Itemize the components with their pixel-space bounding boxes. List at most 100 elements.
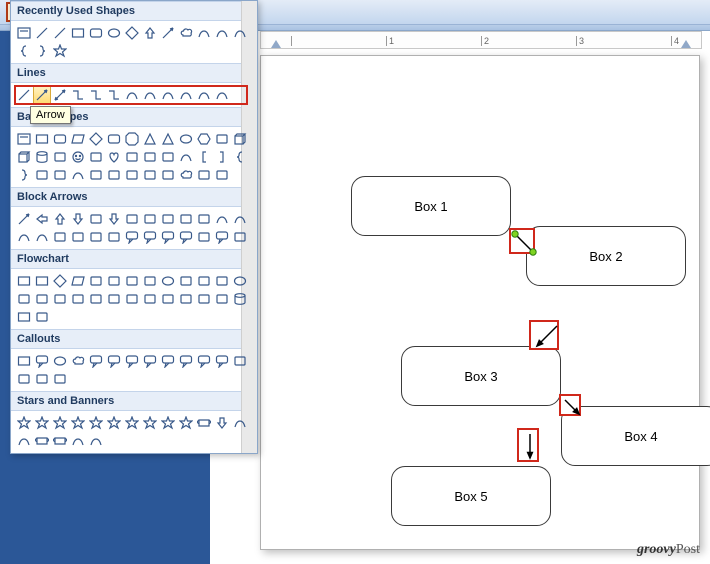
shape-callout-d[interactable] (177, 228, 195, 246)
shape-uturn[interactable] (159, 210, 177, 228)
canvas-box1[interactable]: Box 1 (351, 176, 511, 236)
shape-round-rect[interactable] (51, 130, 69, 148)
shape-chord2[interactable] (213, 166, 231, 184)
shape-star16[interactable] (141, 414, 159, 432)
shape-notched[interactable] (69, 228, 87, 246)
shape-oval-call[interactable] (51, 352, 69, 370)
shape-callout-u[interactable] (159, 228, 177, 246)
shape-extract[interactable] (141, 290, 159, 308)
shape-sun[interactable] (141, 148, 159, 166)
shape-manual-op[interactable] (213, 272, 231, 290)
shape-chevron[interactable] (105, 228, 123, 246)
shape-star32[interactable] (177, 414, 195, 432)
shape-callout-r[interactable] (123, 228, 141, 246)
shape-border-call2[interactable] (177, 352, 195, 370)
shape-stored[interactable] (177, 290, 195, 308)
shape-double-arrow[interactable] (51, 86, 69, 104)
shape-star24[interactable] (159, 414, 177, 432)
indent-marker-left-icon[interactable] (271, 40, 281, 48)
shape-display[interactable] (33, 308, 51, 326)
shape-alt-process[interactable] (33, 272, 51, 290)
shape-brace-r[interactable] (15, 166, 33, 184)
shape-brace-l[interactable] (15, 42, 33, 60)
shape-chord[interactable] (141, 166, 159, 184)
shape-line-diag[interactable] (51, 24, 69, 42)
canvas-box3[interactable]: Box 3 (401, 346, 561, 406)
shape-round-call[interactable] (33, 352, 51, 370)
canvas-box4[interactable]: Box 4 (561, 406, 710, 466)
shape-rect-call[interactable] (15, 352, 33, 370)
shape-manual-in[interactable] (195, 272, 213, 290)
shape-star5[interactable] (69, 414, 87, 432)
shape-updown[interactable] (105, 210, 123, 228)
shape-block-arc[interactable] (69, 166, 87, 184)
shape-round-rect2[interactable] (105, 130, 123, 148)
shape-explosion1[interactable] (15, 414, 33, 432)
shape-collate[interactable] (105, 290, 123, 308)
shape-star7[interactable] (105, 414, 123, 432)
shape-can[interactable] (33, 148, 51, 166)
shape-oval[interactable] (177, 130, 195, 148)
shape-lightning[interactable] (123, 148, 141, 166)
shape-merge[interactable] (159, 290, 177, 308)
shape-line-call1[interactable] (87, 352, 105, 370)
shape-striped[interactable] (51, 228, 69, 246)
shape-or[interactable] (87, 290, 105, 308)
shape-terminator[interactable] (159, 272, 177, 290)
shape-parallelogram[interactable] (69, 130, 87, 148)
shape-cloud-call[interactable] (69, 352, 87, 370)
shape-curve-right[interactable] (213, 210, 231, 228)
shape-octagon[interactable] (123, 130, 141, 148)
shape-callout-l[interactable] (141, 228, 159, 246)
shape-double-wave[interactable] (87, 432, 105, 450)
shape-arc2[interactable] (213, 24, 231, 42)
shape-diag-stripe[interactable] (123, 166, 141, 184)
shape-quad-callout[interactable] (213, 228, 231, 246)
shape-bent[interactable] (141, 210, 159, 228)
shape-bracket-r[interactable] (213, 148, 231, 166)
shape-ribbon-up[interactable] (195, 414, 213, 432)
shape-card[interactable] (33, 290, 51, 308)
shape-process[interactable] (15, 272, 33, 290)
shape-accent3[interactable] (33, 370, 51, 388)
shape-cloud[interactable] (177, 166, 195, 184)
shape-sort[interactable] (123, 290, 141, 308)
shape-multidoc[interactable] (141, 272, 159, 290)
shape-bentup[interactable] (195, 210, 213, 228)
shape-mag-disk[interactable] (231, 290, 249, 308)
shape-bevel[interactable] (15, 148, 33, 166)
shape-pie[interactable] (195, 166, 213, 184)
shape-curved-up[interactable] (231, 414, 249, 432)
shape-bracket-l[interactable] (195, 148, 213, 166)
shape-diamond[interactable] (123, 24, 141, 42)
shape-star8[interactable] (123, 414, 141, 432)
shape-teardrop[interactable] (159, 166, 177, 184)
canvas-box2[interactable]: Box 2 (526, 226, 686, 286)
shape-rect[interactable] (33, 130, 51, 148)
shape-hexagon[interactable] (195, 130, 213, 148)
shape-prep[interactable] (177, 272, 195, 290)
shape-curve-up[interactable] (15, 228, 33, 246)
shape-arrow[interactable] (33, 86, 51, 104)
shape-pentagon[interactable] (87, 228, 105, 246)
shape-up-arrow[interactable] (141, 24, 159, 42)
shape-direct[interactable] (15, 308, 33, 326)
connector-c4[interactable] (519, 430, 541, 464)
shape-document[interactable] (123, 272, 141, 290)
shape-textbox[interactable] (15, 24, 33, 42)
shape-down[interactable] (69, 210, 87, 228)
shape-accent1[interactable] (231, 352, 249, 370)
shape-cloud[interactable] (177, 24, 195, 42)
shape-elbow-double[interactable] (105, 86, 123, 104)
shape-vert-scroll[interactable] (33, 432, 51, 450)
shape-cross[interactable] (213, 130, 231, 148)
shape-rect[interactable] (69, 24, 87, 42)
shape-line-call4[interactable] (141, 352, 159, 370)
shape-accent4[interactable] (51, 370, 69, 388)
shape-donut[interactable] (87, 148, 105, 166)
shape-fold-corner[interactable] (87, 166, 105, 184)
shape-moon[interactable] (159, 148, 177, 166)
shape-data[interactable] (69, 272, 87, 290)
shape-star6[interactable] (87, 414, 105, 432)
shape-leftright[interactable] (87, 210, 105, 228)
